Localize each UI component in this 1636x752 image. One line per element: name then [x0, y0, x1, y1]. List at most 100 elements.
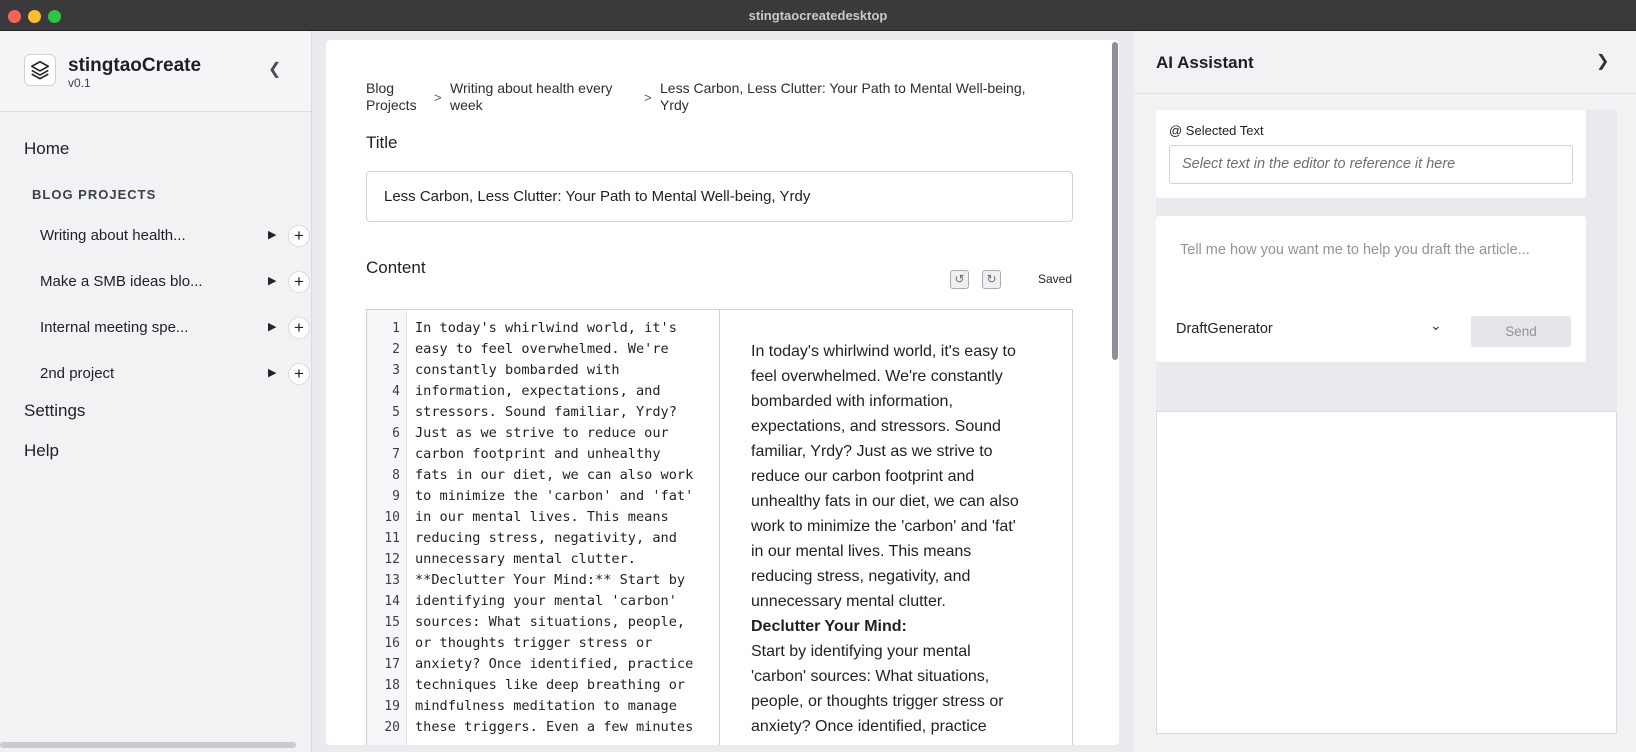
- chevron-left-icon[interactable]: ❮: [268, 59, 281, 79]
- code-line: anxiety? Once identified, practice: [415, 656, 694, 672]
- code-line: or thoughts trigger stress or: [415, 635, 653, 651]
- app-version: v0.1: [68, 76, 91, 90]
- code-line: these triggers. Even a few minutes: [415, 719, 694, 735]
- line-number: 19: [384, 699, 400, 714]
- code-line: to minimize the 'carbon' and 'fat': [415, 488, 694, 504]
- preview-line: work to minimize the 'carbon' and 'fat': [751, 518, 1016, 535]
- prompt-input[interactable]: Tell me how you want me to help you draf…: [1180, 242, 1530, 258]
- editor-panel: Blog Projects > Writing about health eve…: [326, 40, 1119, 745]
- breadcrumb-separator: >: [644, 90, 652, 105]
- triangle-right-icon[interactable]: ▶: [268, 228, 276, 241]
- editor-scrollbar[interactable]: [1112, 42, 1118, 360]
- line-number: 18: [384, 678, 400, 693]
- preview-line: Start by identifying your mental: [751, 643, 971, 660]
- plus-icon[interactable]: +: [288, 363, 310, 385]
- preview-heading: Declutter Your Mind:: [751, 618, 907, 635]
- code-line: techniques like deep breathing or: [415, 677, 686, 693]
- line-number: 12: [384, 552, 400, 567]
- breadcrumb-line: Less Carbon, Less Clutter: Your Path to …: [660, 80, 1026, 96]
- sidebar-project-item[interactable]: 2nd project: [40, 365, 260, 382]
- triangle-right-icon[interactable]: ▶: [268, 320, 276, 333]
- preview-line: anxiety? Once identified, practice: [751, 718, 987, 735]
- line-number: 6: [392, 426, 400, 441]
- breadcrumb-line: week: [450, 97, 483, 113]
- plus-icon[interactable]: +: [288, 317, 310, 339]
- preview-line: in our mental lives. This means: [751, 543, 972, 560]
- code-line: In today's whirlwind world, it's: [415, 320, 677, 336]
- code-line: stressors. Sound familiar, Yrdy?: [415, 404, 677, 420]
- preview-line: familiar, Yrdy? Just as we strive to: [751, 443, 993, 460]
- preview-line: bombarded with information,: [751, 393, 953, 410]
- line-number: 2: [392, 342, 400, 357]
- brand-header: stingtaoCreate v0.1 ❮: [0, 31, 311, 112]
- triangle-right-icon[interactable]: ▶: [268, 366, 276, 379]
- line-number: 9: [392, 489, 400, 504]
- line-number: 3: [392, 363, 400, 378]
- redo-icon[interactable]: ↻: [982, 270, 1001, 289]
- plus-icon[interactable]: +: [288, 225, 310, 247]
- line-number: 1: [392, 321, 400, 336]
- code-line: **Declutter Your Mind:** Start by: [415, 572, 686, 588]
- preview-line: reduce our carbon footprint and: [751, 468, 975, 485]
- sidebar-project-item[interactable]: Writing about health...: [40, 227, 260, 244]
- code-line: in our mental lives. This means: [415, 509, 669, 525]
- line-number: 10: [384, 510, 400, 525]
- chevron-down-icon[interactable]: ⌄: [1430, 317, 1442, 334]
- code-line: sources: What situations, people,: [415, 614, 686, 630]
- ai-assistant-header: AI Assistant ❯: [1134, 31, 1636, 94]
- line-number: 11: [384, 531, 400, 546]
- model-select[interactable]: DraftGenerator: [1176, 321, 1273, 337]
- send-button[interactable]: Send: [1471, 316, 1571, 347]
- layers-icon: [24, 54, 56, 86]
- triangle-right-icon[interactable]: ▶: [268, 274, 276, 287]
- code-textarea[interactable]: In today's whirlwind world, it's easy to…: [415, 310, 705, 745]
- code-line: constantly bombarded with: [415, 362, 620, 378]
- nav-settings[interactable]: Settings: [24, 401, 85, 421]
- breadcrumb-current-article: Less Carbon, Less Clutter: Your Path to …: [660, 80, 1026, 114]
- breadcrumb-line: Writing about health every: [450, 80, 613, 96]
- sidebar-project-item[interactable]: Internal meeting spe...: [40, 319, 260, 336]
- line-number: 5: [392, 405, 400, 420]
- window-title: stingtaocreatedesktop: [748, 8, 888, 23]
- selected-text-field[interactable]: Select text in the editor to reference i…: [1169, 145, 1573, 184]
- app-name: stingtaoCreate: [68, 55, 202, 76]
- preview-line: In today's whirlwind world, it's easy to: [751, 343, 1016, 360]
- save-status: Saved: [1038, 272, 1073, 286]
- title-input[interactable]: Less Carbon, Less Clutter: Your Path to …: [366, 171, 1073, 222]
- ai-assistant-title: AI Assistant: [1156, 53, 1254, 72]
- preview-line: unnecessary mental clutter.: [751, 593, 946, 610]
- split-divider[interactable]: [719, 310, 720, 745]
- nav-help[interactable]: Help: [24, 441, 59, 461]
- ai-output-area: [1156, 411, 1617, 734]
- line-number: 16: [384, 636, 400, 651]
- chevron-right-icon[interactable]: ❯: [1596, 51, 1609, 71]
- breadcrumb-line: Projects: [366, 97, 417, 113]
- breadcrumb-line: Blog: [366, 80, 395, 96]
- sidebar-scrollbar[interactable]: [0, 742, 296, 748]
- code-line: reducing stress, negativity, and: [415, 530, 677, 546]
- ai-input-area: @ Selected Text Select text in the edito…: [1156, 110, 1617, 423]
- line-number: 20: [384, 720, 400, 735]
- breadcrumb-blog-projects[interactable]: Blog Projects: [366, 80, 417, 114]
- line-number: 15: [384, 615, 400, 630]
- plus-icon[interactable]: +: [288, 271, 310, 293]
- ai-assistant-panel: AI Assistant ❯ @ Selected Text Select te…: [1134, 31, 1636, 752]
- selected-text-card: @ Selected Text Select text in the edito…: [1156, 110, 1586, 198]
- breadcrumb-separator: >: [434, 90, 442, 105]
- line-number: 7: [392, 447, 400, 462]
- preview-line: expectations, and stressors. Sound: [751, 418, 1001, 435]
- code-line: information, expectations, and: [415, 383, 661, 399]
- code-line: easy to feel overwhelmed. We're: [415, 341, 669, 357]
- code-line: fats in our diet, we can also work: [415, 467, 694, 483]
- title-label: Title: [366, 133, 398, 152]
- undo-icon[interactable]: ↺: [950, 270, 969, 289]
- preview-line: unhealthy fats in our diet, we can also: [751, 493, 1019, 510]
- breadcrumb-line: Yrdy: [660, 97, 689, 113]
- preview-line: people, or thoughts trigger stress or: [751, 693, 1004, 710]
- sidebar-project-item[interactable]: Make a SMB ideas blo...: [40, 273, 260, 290]
- code-line: carbon footprint and unhealthy: [415, 446, 661, 462]
- nav-home[interactable]: Home: [24, 139, 69, 159]
- line-number: 4: [392, 384, 400, 399]
- breadcrumb-project[interactable]: Writing about health every week: [450, 80, 612, 114]
- prompt-card: Tell me how you want me to help you draf…: [1156, 216, 1586, 362]
